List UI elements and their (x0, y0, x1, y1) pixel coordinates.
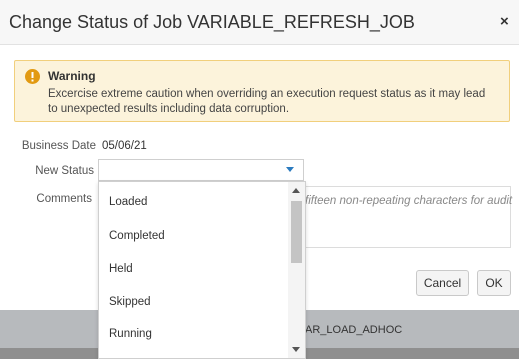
warning-heading: Warning (48, 69, 96, 83)
dropdown-option-completed[interactable]: Completed (109, 230, 165, 242)
new-status-label: New Status (35, 165, 94, 177)
chevron-down-icon[interactable] (286, 167, 294, 172)
dropdown-option-held[interactable]: Held (109, 263, 133, 275)
scroll-down-icon[interactable] (292, 347, 300, 352)
scroll-thumb[interactable] (291, 201, 302, 263)
dropdown-option-running[interactable]: Running (109, 328, 152, 340)
background-row-text: AR_LOAD_ADHOC (305, 324, 403, 336)
warning-text: Excercise extreme caution when overridin… (48, 88, 486, 115)
comments-placeholder: fifteen non-repeating characters for aud… (305, 195, 513, 207)
close-icon[interactable]: × (500, 13, 509, 30)
dropdown-scrollbar[interactable] (288, 182, 305, 358)
ok-button[interactable]: OK (477, 270, 511, 296)
dropdown-option-loaded[interactable]: Loaded (109, 196, 147, 208)
dialog-header: Change Status of Job VARIABLE_REFRESH_JO… (0, 0, 519, 45)
warning-icon (25, 69, 40, 84)
dialog-title: Change Status of Job VARIABLE_REFRESH_JO… (9, 12, 415, 32)
scroll-up-icon[interactable] (292, 188, 300, 193)
comments-label: Comments (36, 193, 92, 205)
dropdown-option-skipped[interactable]: Skipped (109, 296, 151, 308)
status-dropdown-list[interactable]: Loaded Completed Held Skipped Running (98, 181, 306, 359)
new-status-select[interactable] (98, 159, 304, 181)
warning-banner: Warning Excercise extreme caution when o… (14, 60, 510, 122)
cancel-button[interactable]: Cancel (416, 270, 469, 296)
business-date-label: Business Date (21, 140, 96, 152)
business-date-value: 05/06/21 (102, 140, 147, 152)
